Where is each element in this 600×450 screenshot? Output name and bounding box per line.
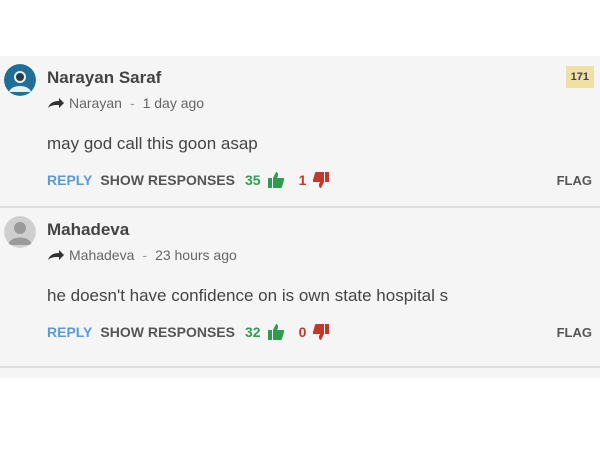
show-responses-button[interactable]: SHOW RESPONSES <box>100 324 235 340</box>
comment-time: 1 day ago <box>142 95 205 111</box>
upvote-count: 35 <box>244 172 261 188</box>
thumbs-up-icon[interactable] <box>267 323 285 341</box>
show-responses-button[interactable]: SHOW RESPONSES <box>100 172 235 188</box>
comments-panel: Narayan Saraf Narayan - 1 day ago 171 ma… <box>0 56 600 378</box>
comment-item: Mahadeva Mahadeva - 23 hours ago he does… <box>0 208 600 358</box>
thumbs-down-icon[interactable] <box>312 171 330 189</box>
default-avatar-icon[interactable] <box>4 216 36 248</box>
separator: - <box>129 95 135 111</box>
user-avatar-icon[interactable] <box>4 64 36 96</box>
reply-to-name[interactable]: Mahadeva <box>69 247 134 263</box>
comment-badge: 171 <box>565 66 594 88</box>
comment-author[interactable]: Mahadeva <box>47 220 129 240</box>
flag-button[interactable]: FLAG <box>557 173 592 188</box>
reply-button[interactable]: REPLY <box>47 324 92 340</box>
reply-arrow-icon <box>48 250 64 260</box>
downvote-count: 1 <box>298 172 307 188</box>
comment-text: may god call this goon asap <box>47 134 258 153</box>
reply-button[interactable]: REPLY <box>47 172 92 188</box>
comment-time: 23 hours ago <box>155 247 237 263</box>
flag-button[interactable]: FLAG <box>557 325 592 340</box>
separator: - <box>142 247 148 263</box>
comment-actions: REPLY SHOW RESPONSES 32 0 FLAG <box>47 322 592 342</box>
comment-actions: REPLY SHOW RESPONSES 35 1 FLAG <box>47 170 592 190</box>
downvote-count: 0 <box>298 324 307 340</box>
reply-info: Narayan - 1 day ago <box>47 95 204 111</box>
page: Narayan Saraf Narayan - 1 day ago 171 ma… <box>0 0 600 450</box>
upvote-count: 32 <box>244 324 261 340</box>
comment-item: Narayan Saraf Narayan - 1 day ago 171 ma… <box>0 56 600 206</box>
divider <box>0 366 600 368</box>
comment-text: he doesn't have confidence on is own sta… <box>47 286 449 305</box>
thumbs-down-icon[interactable] <box>312 323 330 341</box>
comment-author[interactable]: Narayan Saraf <box>47 68 161 88</box>
reply-info: Mahadeva - 23 hours ago <box>47 247 237 263</box>
reply-to-name[interactable]: Narayan <box>69 95 122 111</box>
reply-arrow-icon <box>48 98 64 108</box>
thumbs-up-icon[interactable] <box>267 171 285 189</box>
